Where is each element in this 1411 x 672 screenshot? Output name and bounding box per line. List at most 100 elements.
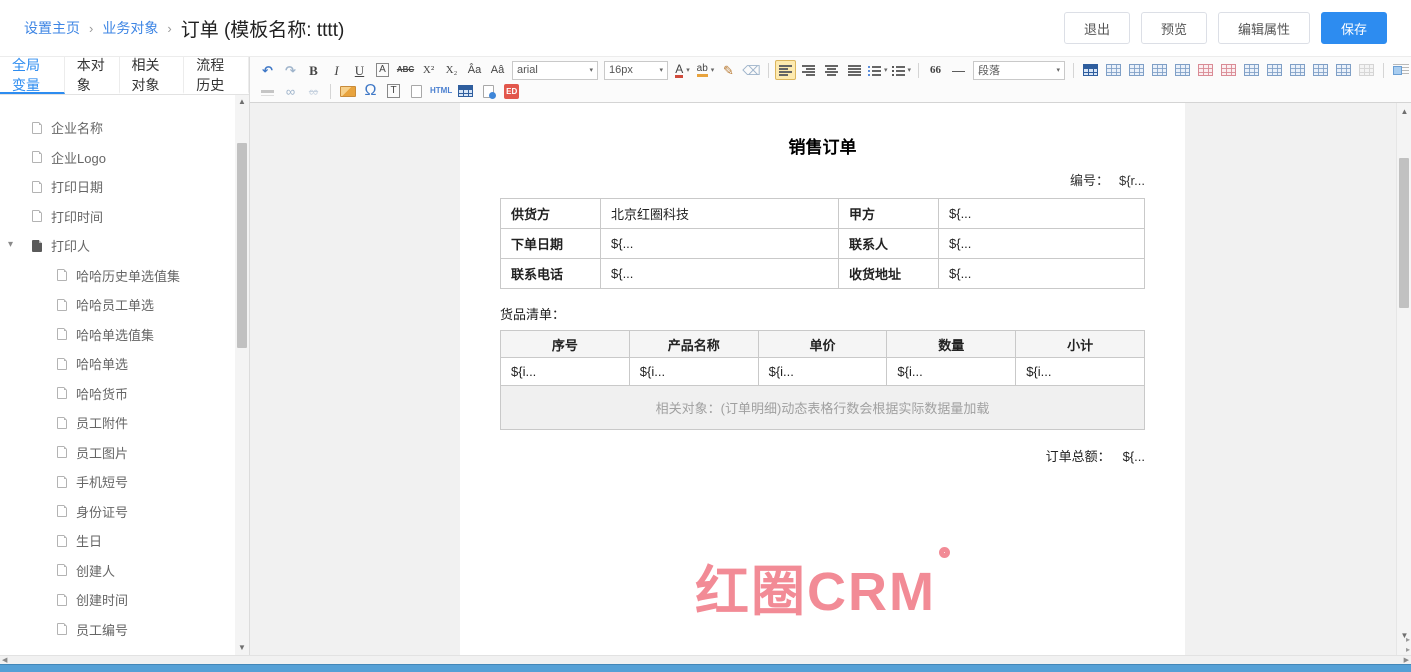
redo-icon[interactable]: ↷ [280, 60, 301, 80]
items-placeholder-cell[interactable]: ${i... [629, 358, 758, 386]
scroll-left-icon[interactable]: ◀ [2, 656, 7, 665]
canvas-vertical-scrollbar[interactable]: ▲ ▼ ▸▸ [1396, 103, 1411, 655]
horizontal-rule-icon[interactable]: — [948, 60, 969, 80]
tab-global-vars[interactable]: 全局变量 [0, 57, 65, 94]
breadcrumb-link-settings-home[interactable]: 设置主页 [24, 18, 80, 38]
info-cell-value[interactable]: 北京红圈科技 [601, 199, 839, 229]
tree-item[interactable]: 哈哈员工单选 [0, 290, 249, 320]
horizontal-scrollbar-track[interactable]: ◀ ▶ [0, 655, 1411, 664]
tree-item[interactable]: 员工附件 [0, 408, 249, 438]
tree-item[interactable]: 身份证号 [0, 497, 249, 527]
insert-row-below-icon[interactable] [1172, 60, 1193, 80]
autotypeset-icon[interactable]: A [372, 60, 393, 80]
align-center-icon[interactable] [821, 60, 842, 80]
split-cell-icon[interactable] [1356, 60, 1377, 80]
tree-item[interactable]: 哈哈单选 [0, 349, 249, 379]
tab-process-history[interactable]: 流程历史 [184, 57, 249, 94]
new-document-icon[interactable] [406, 81, 427, 101]
to-lowercase-icon[interactable]: Aâ [487, 60, 508, 80]
exit-button[interactable]: 退出 [1064, 12, 1130, 44]
save-button[interactable]: 保存 [1321, 12, 1387, 44]
sidebar-vertical-scrollbar[interactable]: ▲ ▼ [235, 95, 249, 655]
tree-item[interactable]: 哈哈历史单选值集 [0, 261, 249, 291]
format-painter-icon[interactable]: ✎ [718, 60, 739, 80]
tree-item[interactable]: 打印时间 [0, 202, 249, 232]
items-placeholder-cell[interactable]: ${i... [501, 358, 630, 386]
tree-item[interactable]: 创建人 [0, 556, 249, 586]
tab-related-objects[interactable]: 相关对象 [120, 57, 185, 94]
document-page[interactable]: 销售订单 编号：${r... 供货方 北京红圈科技 甲方 ${... [460, 103, 1185, 655]
info-cell-value[interactable]: ${... [939, 229, 1145, 259]
paste-text-icon[interactable]: T [383, 81, 404, 101]
items-header-cell[interactable]: 序号 [501, 331, 630, 358]
tree-item[interactable]: 企业名称 [0, 113, 249, 143]
ordered-list-icon[interactable]: ▾ [867, 60, 889, 80]
insert-table-icon[interactable] [1080, 60, 1101, 80]
info-cell-value[interactable]: ${... [601, 229, 839, 259]
link-icon[interactable]: ∞ [280, 81, 301, 101]
tree-item[interactable]: 员工图片 [0, 438, 249, 468]
to-uppercase-icon[interactable]: Âa [464, 60, 485, 80]
ed-logo-icon[interactable]: ED [501, 81, 522, 101]
items-placeholder-cell[interactable]: ${i... [758, 358, 887, 386]
tree-item[interactable]: 创建时间 [0, 585, 249, 615]
preview-button[interactable]: 预览 [1141, 12, 1207, 44]
tree-item[interactable]: 企业Logo [0, 143, 249, 173]
editor-canvas[interactable]: 销售订单 编号：${r... 供货方 北京红圈科技 甲方 ${... [250, 103, 1411, 655]
canvas-scrollbar-thumb[interactable] [1399, 158, 1409, 308]
tree-item[interactable]: 手机短号 [0, 467, 249, 497]
font-family-select[interactable]: arial▾ [512, 61, 598, 80]
superscript-icon[interactable]: X² [418, 60, 439, 80]
tree-item[interactable]: ▾打印人 [0, 231, 249, 261]
scroll-up-icon[interactable]: ▲ [1397, 105, 1411, 119]
merge-cells-icon[interactable] [1310, 60, 1331, 80]
font-size-select[interactable]: 16px▾ [604, 61, 668, 80]
undo-icon[interactable]: ↶ [257, 60, 278, 80]
resize-grip-icon[interactable]: ▸▸ [1406, 635, 1410, 655]
insert-cols-icon[interactable] [1264, 60, 1285, 80]
unlink-icon[interactable]: ∞ [303, 81, 324, 101]
unordered-list-icon[interactable]: ▾ [891, 60, 913, 80]
tree-item[interactable]: 生日 [0, 526, 249, 556]
insert-col-right-icon[interactable] [1149, 60, 1170, 80]
tree-item[interactable]: 打印日期 [0, 172, 249, 202]
page-break-icon[interactable] [257, 81, 278, 101]
underline-icon[interactable]: U [349, 60, 370, 80]
insert-image-icon[interactable] [337, 81, 358, 101]
table-grid-icon[interactable] [1287, 60, 1308, 80]
edit-table-icon[interactable] [455, 81, 476, 101]
italic-icon[interactable]: I [326, 60, 347, 80]
breadcrumb-link-business-objects[interactable]: 业务对象 [102, 18, 158, 38]
paragraph-select[interactable]: 段落▾ [973, 61, 1065, 80]
info-cell-value[interactable]: ${... [939, 199, 1145, 229]
horizontal-scrollbar-thumb[interactable] [0, 664, 1411, 672]
info-cell-label[interactable]: 下单日期 [501, 229, 601, 259]
align-left-icon[interactable] [775, 60, 796, 80]
scroll-right-icon[interactable]: ▶ [1404, 656, 1409, 665]
tree-item[interactable]: 员工编号 [0, 615, 249, 645]
info-cell-value[interactable]: ${... [939, 259, 1145, 289]
caret-down-icon[interactable]: ▾ [8, 240, 13, 250]
info-cell-label[interactable]: 供货方 [501, 199, 601, 229]
tree-item[interactable]: 哈哈货币 [0, 379, 249, 409]
sidebar-scrollbar-thumb[interactable] [237, 143, 247, 348]
preview-document-icon[interactable] [478, 81, 499, 101]
highlight-color-icon[interactable]: ab▾ [695, 60, 716, 80]
scroll-down-icon[interactable]: ▼ [235, 641, 249, 655]
items-placeholder-cell[interactable]: ${i... [887, 358, 1016, 386]
edit-properties-button[interactable]: 编辑属性 [1218, 12, 1310, 44]
items-header-cell[interactable]: 小计 [1016, 331, 1145, 358]
insert-col-left-icon[interactable] [1126, 60, 1147, 80]
info-cell-label[interactable]: 收货地址 [839, 259, 939, 289]
image-float-left-icon[interactable] [1390, 60, 1411, 80]
delete-row-icon[interactable] [1218, 60, 1239, 80]
info-cell-label[interactable]: 联系人 [839, 229, 939, 259]
eraser-icon[interactable]: ⌫ [741, 60, 762, 80]
info-cell-label[interactable]: 甲方 [839, 199, 939, 229]
align-justify-icon[interactable] [844, 60, 865, 80]
table-settings-icon[interactable] [1333, 60, 1354, 80]
font-color-icon[interactable]: A▾ [672, 60, 693, 80]
scroll-up-icon[interactable]: ▲ [235, 95, 249, 109]
items-header-cell[interactable]: 单价 [758, 331, 887, 358]
source-code-icon[interactable]: HTML [429, 81, 453, 101]
